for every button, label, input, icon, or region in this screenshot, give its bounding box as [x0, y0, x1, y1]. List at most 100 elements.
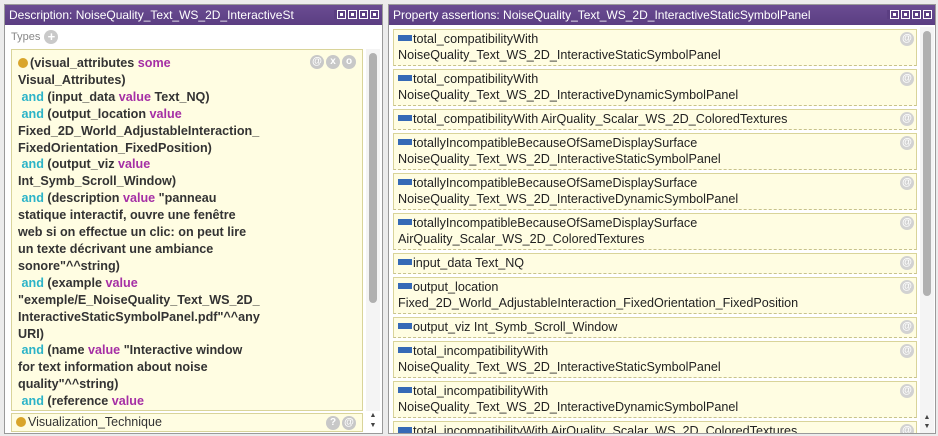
expression-keyword: value [87, 343, 121, 358]
help-icon[interactable]: ? [326, 416, 340, 430]
panel-control-icon[interactable] [348, 10, 357, 19]
assertion-text: totallyIncompatibleBecauseOfSameDisplayS… [398, 216, 698, 246]
expression-keyword: value [122, 191, 156, 206]
expression-line: (visual_attributes some [18, 55, 356, 72]
panel-control-icon[interactable] [901, 10, 910, 19]
class-icon [18, 58, 28, 68]
expression-keyword: and [18, 191, 48, 206]
panel-window-controls [334, 10, 379, 19]
expression-keyword: value [118, 89, 151, 104]
annotate-icon[interactable]: @ [900, 136, 914, 150]
expression-text: "exemple/E_NoiseQuality_Text_WS_2D_ [18, 292, 260, 307]
assertion-text: totallyIncompatibleBecauseOfSameDisplayS… [398, 176, 739, 206]
expression-keyword: and [18, 394, 48, 409]
property-assertions-panel: Property assertions: NoiseQuality_Text_W… [388, 4, 936, 434]
expression-keyword: value [149, 106, 182, 121]
expression-text: URI) [18, 326, 44, 341]
annotate-icon[interactable]: @ [900, 384, 914, 398]
annotate-icon[interactable]: @ [900, 280, 914, 294]
object-property-icon [398, 323, 412, 329]
expression-text: web si on effectue un clic: on peut lire [18, 225, 247, 240]
panel-window-controls [887, 10, 932, 19]
description-panel-titlebar: Description: NoiseQuality_Text_WS_2D_Int… [5, 5, 382, 25]
type-row[interactable]: Visualization_Technique ? @ [11, 413, 363, 432]
expression-line: InteractiveStaticSymbolPanel.pdf"^^any [18, 309, 356, 326]
expression-line: un texte décrivant une ambiance [18, 241, 356, 258]
property-assertions-title: Property assertions: NoiseQuality_Text_W… [393, 8, 811, 22]
expression-text: for text information about noise [18, 360, 208, 375]
expression-keyword: and [18, 106, 48, 121]
assertion-row[interactable]: total_incompatibilityWith NoiseQuality_Te… [393, 381, 917, 418]
annotate-icon[interactable]: @ [900, 176, 914, 190]
assertion-row[interactable]: total_incompatibilityWith NoiseQuality_Te… [393, 341, 917, 378]
panel-control-icon[interactable] [923, 10, 932, 19]
expression-text: (visual_attributes [30, 56, 138, 70]
expression-text: "panneau [155, 191, 217, 206]
object-property-icon [398, 427, 412, 433]
assertion-text: total_compatibilityWith NoiseQuality_Text… [398, 72, 739, 102]
object-property-icon [398, 179, 412, 185]
annotate-icon[interactable]: @ [900, 424, 914, 433]
class-expression-text: (visual_attributes some Visual_Attributes… [18, 55, 356, 411]
delete-icon[interactable]: x [326, 55, 340, 69]
expression-line: Int_Symb_Scroll_Window) [18, 173, 356, 190]
expression-line: "exemple/E_NoiseQuality_Text_WS_2D_ [18, 292, 356, 309]
panel-control-icon[interactable] [337, 10, 346, 19]
scrollbar-thumb[interactable] [923, 31, 931, 296]
annotate-icon[interactable]: @ [900, 320, 914, 334]
annotate-icon[interactable]: @ [900, 216, 914, 230]
panel-control-icon[interactable] [359, 10, 368, 19]
assertion-text: total_compatibilityWith AirQuality_Scala… [413, 112, 788, 126]
expression-text: (output_viz [47, 157, 119, 172]
add-type-icon[interactable]: + [44, 30, 59, 44]
assertion-row[interactable]: output_location Fixed_2D_World_Adjustable… [393, 277, 917, 314]
annotate-icon[interactable]: @ [900, 32, 914, 46]
expression-text: "Interactive window [120, 343, 243, 358]
assertion-row[interactable]: input_data Text_NQ @ [393, 253, 917, 274]
expression-line: quality"^^string) [18, 376, 356, 393]
expression-text: Visual_Attributes) [18, 72, 126, 87]
object-property-icon [398, 115, 412, 121]
assertion-row[interactable]: total_incompatibilityWith AirQuality_Sca… [393, 421, 917, 433]
expression-line: and (description value "panneau [22, 190, 356, 207]
annotate-icon[interactable]: @ [900, 72, 914, 86]
annotate-icon[interactable]: @ [900, 256, 914, 270]
annotate-icon[interactable]: @ [900, 112, 914, 126]
annotate-icon[interactable]: @ [900, 344, 914, 358]
assertion-row[interactable]: total_compatibilityWith NoiseQuality_Text… [393, 69, 917, 106]
expression-keyword: and [18, 157, 48, 172]
expression-text: Int_Symb_Scroll_Window) [18, 174, 177, 189]
assertion-row[interactable]: total_compatibilityWith AirQuality_Scala… [393, 109, 917, 130]
expression-line: "reference/R_NoiseQuality_Text_WS_2D [28, 410, 356, 411]
bottom-scroll-arrows[interactable]: ▲ ▼ [366, 411, 380, 433]
assertion-row[interactable]: total_compatibilityWith NoiseQuality_Text… [393, 29, 917, 66]
expression-text: statique interactif, ouvre une fenêtre [18, 208, 236, 223]
assertion-row[interactable]: totallyIncompatibleBecauseOfSameDisplayS… [393, 133, 917, 170]
expression-text: sonore"^^string) [18, 258, 120, 273]
assertion-text: output_location Fixed_2D_World_Adjustable… [398, 280, 799, 310]
description-scrollbar[interactable] [366, 49, 380, 411]
assertion-row[interactable]: totallyIncompatibleBecauseOfSameDisplayS… [393, 173, 917, 210]
expression-text: (example [47, 275, 106, 290]
panel-control-icon[interactable] [370, 10, 379, 19]
types-header: Types + [5, 25, 382, 45]
object-property-icon [398, 347, 412, 353]
edit-icon[interactable]: o [342, 55, 356, 69]
class-icon [16, 417, 26, 427]
description-panel: Description: NoiseQuality_Text_WS_2D_Int… [4, 4, 383, 434]
expression-line: and (output_viz value [22, 156, 356, 173]
panel-control-icon[interactable] [912, 10, 921, 19]
assertion-text: total_incompatibilityWith NoiseQuality_Te… [398, 344, 721, 374]
annotate-icon[interactable]: @ [310, 55, 324, 69]
annotate-icon[interactable]: @ [342, 416, 356, 430]
expression-text: (output_location [47, 106, 150, 121]
assertion-text: input_data Text_NQ [413, 256, 525, 270]
class-expression-box[interactable]: (visual_attributes some Visual_Attributes… [11, 49, 363, 411]
assertion-row[interactable]: totallyIncompatibleBecauseOfSameDisplayS… [393, 213, 917, 250]
panel-control-icon[interactable] [890, 10, 899, 19]
assertion-row[interactable]: output_viz Int_Symb_Scroll_Window @ [393, 317, 917, 338]
scrollbar-thumb[interactable] [369, 53, 377, 303]
assertions-scrollbar[interactable]: ▲ ▼ [920, 27, 934, 433]
scroll-arrows[interactable]: ▲ ▼ [920, 413, 934, 431]
expression-text: (description [47, 191, 123, 206]
